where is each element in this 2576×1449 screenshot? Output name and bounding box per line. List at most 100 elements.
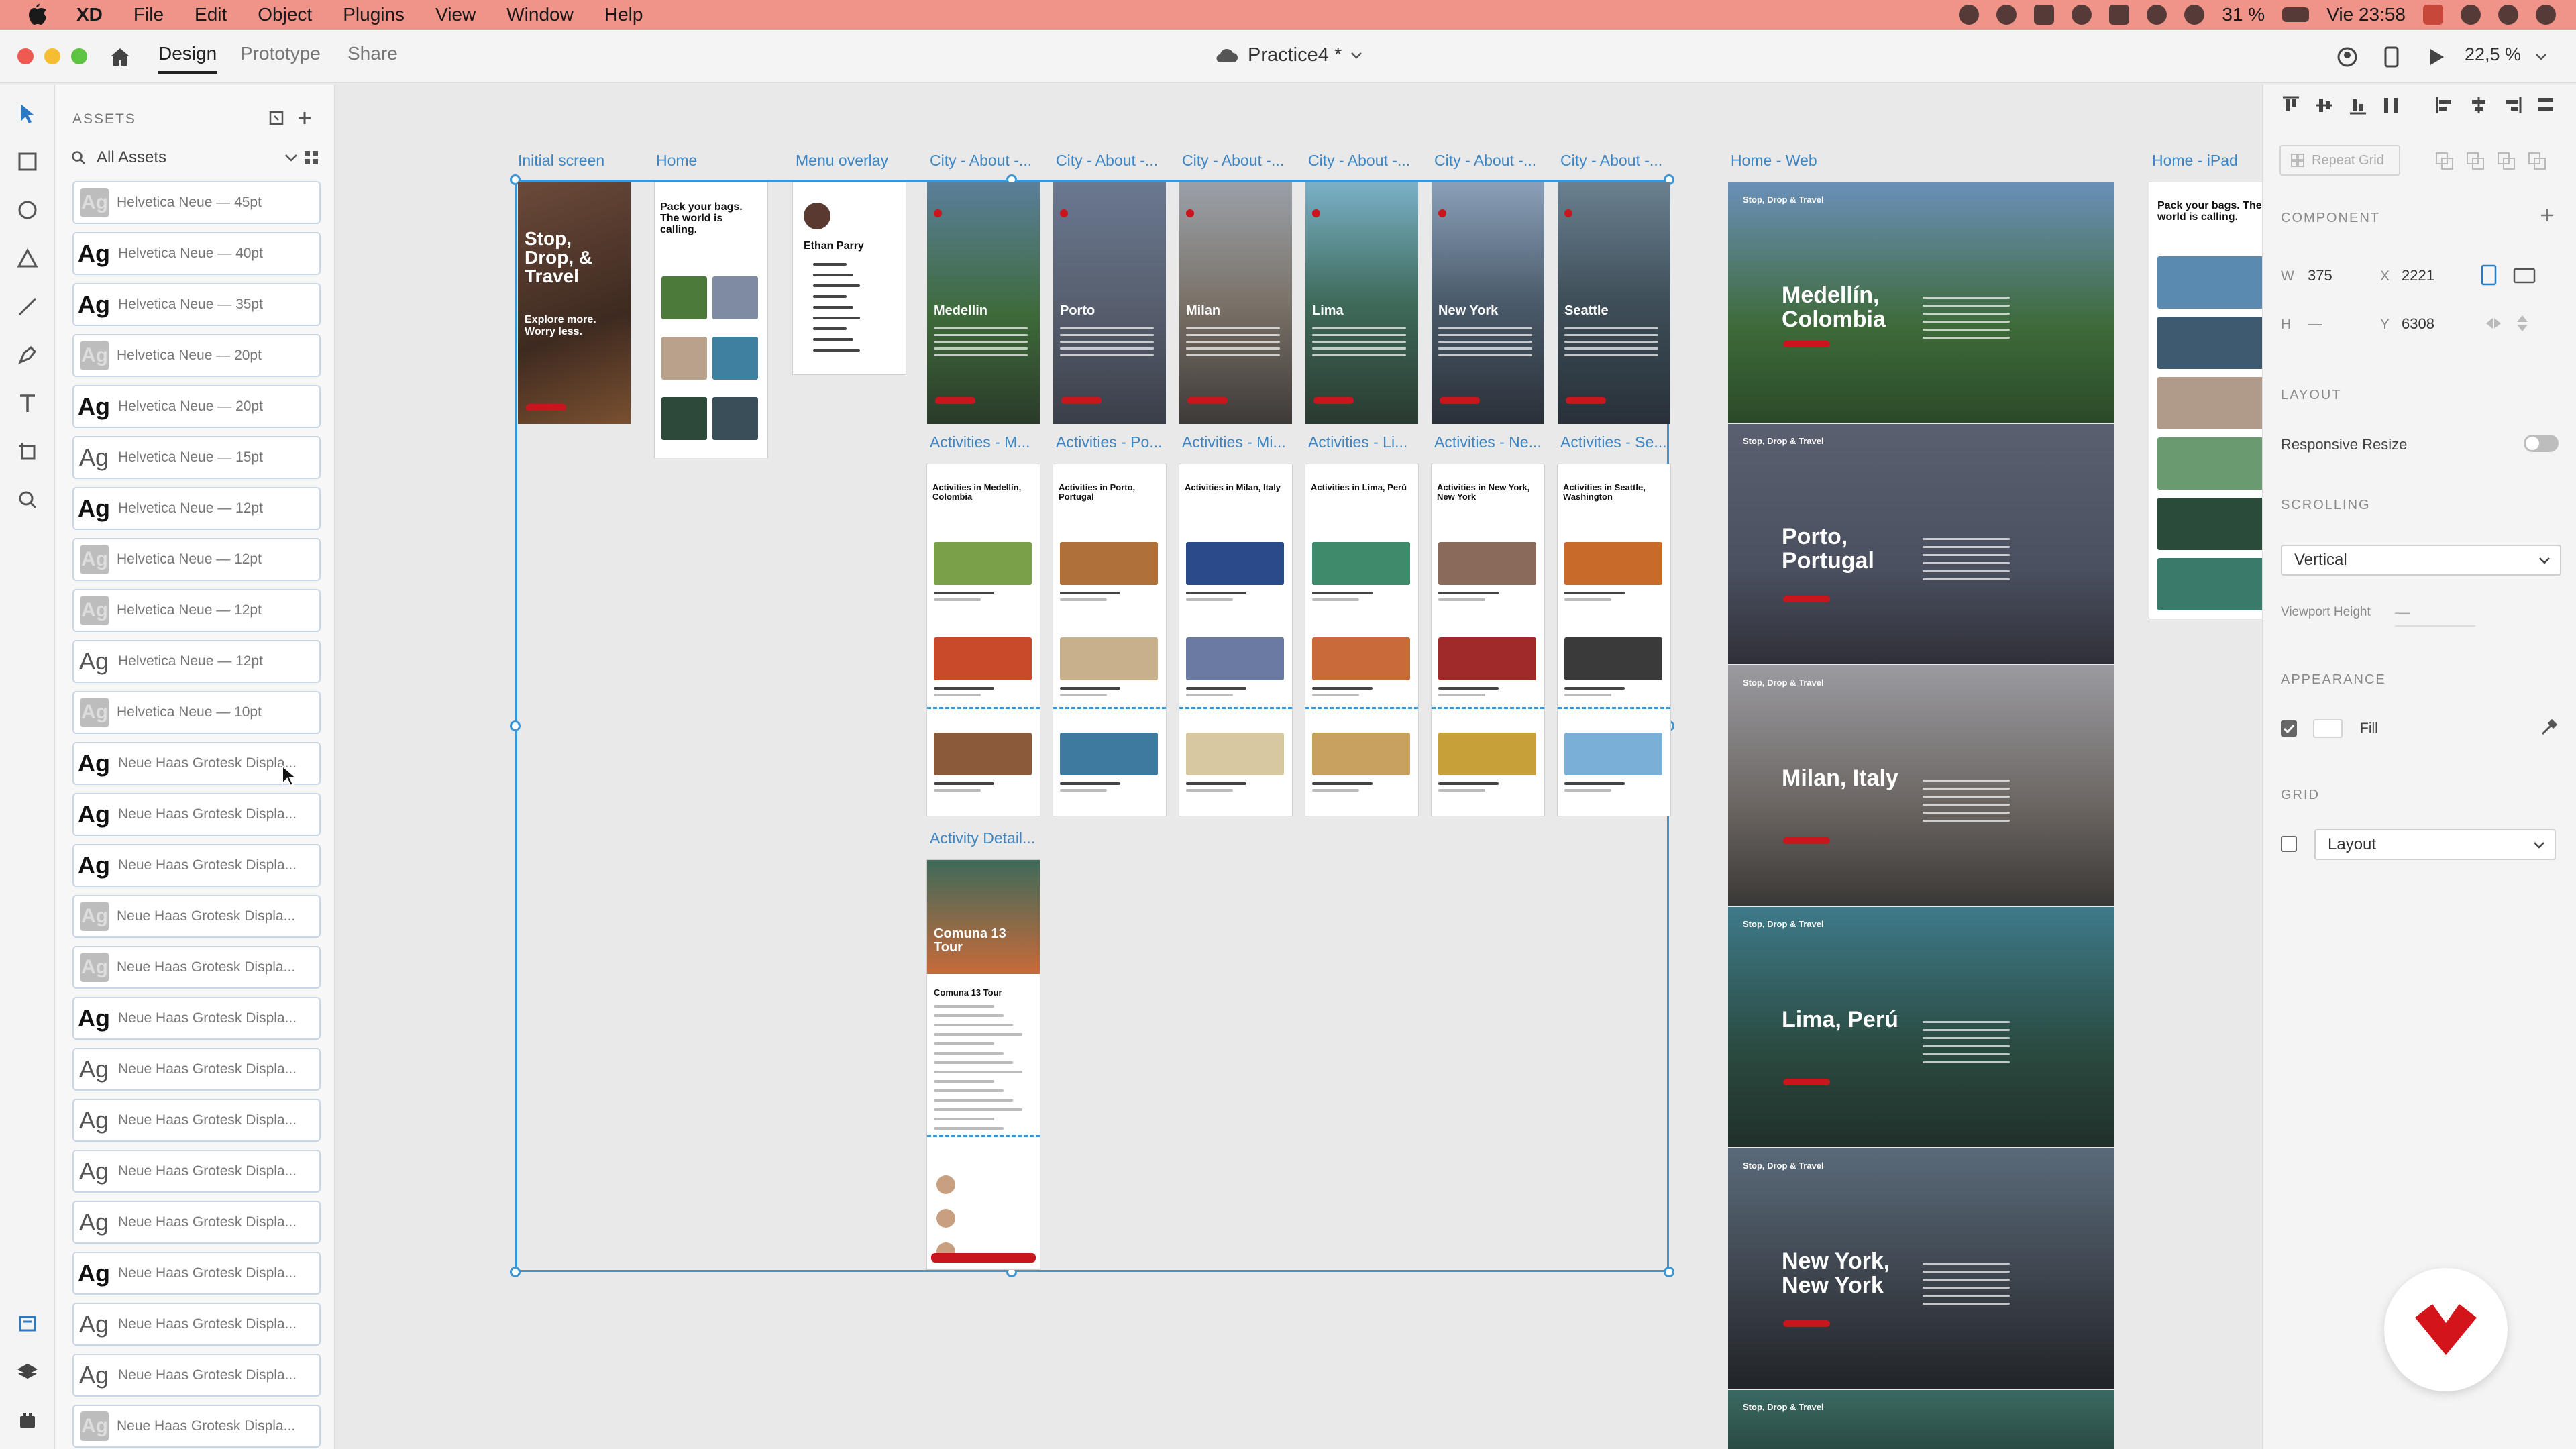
character-style-item[interactable]: Ag Neue Haas Grotesk Displa... (72, 1252, 321, 1295)
artboard-label[interactable]: City - About -... (1182, 152, 1284, 170)
eyedropper-icon[interactable] (2540, 718, 2559, 737)
ipad-destination-card[interactable] (2157, 558, 2262, 610)
grid-view-icon[interactable] (303, 150, 319, 166)
align-left-icon[interactable] (2435, 95, 2455, 115)
activity-card-image[interactable] (1312, 733, 1410, 775)
character-style-item[interactable]: Ag Helvetica Neue — 20pt (72, 385, 321, 428)
artboard-label[interactable]: Activities - Mi... (1182, 433, 1286, 451)
plugins-panel-icon[interactable] (13, 1406, 42, 1434)
activity-card-image[interactable] (1060, 542, 1158, 585)
artboard-label[interactable]: City - About -... (1308, 152, 1410, 170)
destination-card-thumb[interactable] (712, 276, 758, 319)
character-style-item[interactable]: Ag Neue Haas Grotesk Displa... (72, 793, 321, 836)
fill-color-swatch[interactable] (2313, 719, 2343, 738)
artboard-activities[interactable]: Activities in Porto, Portugal (1053, 464, 1166, 816)
learn-more-button[interactable] (1440, 397, 1480, 404)
fill-checkbox[interactable] (2281, 720, 2297, 737)
artboard-activities[interactable]: Activities in New York, New York (1432, 464, 1544, 816)
user-avatar-icon[interactable] (2498, 5, 2518, 25)
artboard-city-about[interactable]: Medellin (927, 182, 1040, 424)
ellipse-tool-icon[interactable] (13, 196, 42, 224)
activity-card-image[interactable] (934, 733, 1032, 775)
web-cta-button[interactable] (1783, 341, 1830, 347)
rectangle-tool-icon[interactable] (13, 148, 42, 176)
character-style-item[interactable]: Ag Helvetica Neue — 12pt (72, 589, 321, 632)
character-style-item[interactable]: Ag Helvetica Neue — 45pt (72, 181, 321, 224)
artboard-home-ipad[interactable]: Pack your bags. The world is calling. (2149, 182, 2262, 619)
artboard-city-about[interactable]: Milan (1179, 182, 1292, 424)
record-icon[interactable] (1959, 5, 1980, 25)
selection-handle[interactable] (510, 720, 521, 731)
add-asset-icon[interactable] (297, 110, 313, 126)
artboard-label[interactable]: Home - iPad (2152, 152, 2238, 170)
menu-item-text[interactable] (813, 327, 847, 330)
activity-card-image[interactable] (1186, 542, 1284, 585)
artboard-activities[interactable]: Activities in Medellín, Colombia (927, 464, 1040, 816)
maximize-window-button[interactable] (71, 48, 87, 64)
artboard-size-icon[interactable] (2479, 264, 2498, 286)
audio-levels-icon[interactable] (2109, 5, 2130, 25)
tab-share[interactable]: Share (347, 43, 398, 71)
artboard-city-about[interactable]: Seattle (1558, 182, 1670, 424)
home-icon[interactable] (107, 44, 133, 70)
character-style-item[interactable]: Ag Neue Haas Grotesk Displa... (72, 1405, 321, 1448)
menu-item-text[interactable] (813, 338, 853, 341)
book-now-button[interactable] (931, 1253, 1036, 1263)
menu-view[interactable]: View (435, 4, 476, 25)
menu-item-text[interactable] (813, 349, 860, 352)
character-style-item[interactable]: Ag Helvetica Neue — 10pt (72, 691, 321, 734)
distribute-horizontal-icon[interactable] (2536, 95, 2556, 115)
activity-card-image[interactable] (1312, 542, 1410, 585)
assets-panel-icon[interactable] (13, 1309, 42, 1338)
bluetooth-icon[interactable] (2147, 5, 2167, 25)
character-style-item[interactable]: Ag Neue Haas Grotesk Displa... (72, 1048, 321, 1091)
destination-card-thumb[interactable] (712, 337, 758, 380)
activity-card-image[interactable] (1186, 733, 1284, 775)
control-center-icon[interactable] (2536, 5, 2556, 25)
activity-card-image[interactable] (1186, 637, 1284, 680)
activity-card-image[interactable] (1060, 733, 1158, 775)
align-right-icon[interactable] (2502, 95, 2522, 115)
character-style-item[interactable]: Ag Neue Haas Grotesk Displa... (72, 844, 321, 887)
menu-item-text[interactable] (813, 306, 853, 309)
scrolling-select[interactable]: Vertical (2281, 545, 2561, 576)
character-style-item[interactable]: Ag Neue Haas Grotesk Displa... (72, 1354, 321, 1397)
activity-card-image[interactable] (1438, 733, 1536, 775)
learn-more-button[interactable] (1187, 397, 1228, 404)
artboard-activities[interactable]: Activities in Lima, Perú (1305, 464, 1418, 816)
width-field[interactable]: 375 (2308, 267, 2332, 284)
web-cta-button[interactable] (1783, 596, 1830, 602)
polygon-tool-icon[interactable] (13, 244, 42, 272)
character-style-item[interactable]: Ag Neue Haas Grotesk Displa... (72, 1099, 321, 1142)
boolean-subtract-icon[interactable] (2466, 152, 2485, 170)
web-cta-button[interactable] (1783, 1079, 1830, 1085)
artboard-initial-screen[interactable]: Stop, Drop, & Travel Explore more. Worry … (518, 182, 631, 424)
artboard-label[interactable]: Activity Detail... (930, 829, 1035, 847)
artboard-label[interactable]: Initial screen (518, 152, 604, 170)
repeat-grid-button[interactable]: Repeat Grid (2279, 145, 2400, 176)
line-tool-icon[interactable] (13, 292, 42, 321)
activity-card-image[interactable] (934, 637, 1032, 680)
tab-prototype[interactable]: Prototype (240, 43, 321, 71)
grid-type-select[interactable]: Layout (2314, 829, 2556, 860)
learn-more-button[interactable] (935, 397, 975, 404)
destination-card-thumb[interactable] (712, 397, 758, 440)
character-style-item[interactable]: Ag Helvetica Neue — 40pt (72, 232, 321, 275)
library-icon[interactable] (268, 110, 284, 126)
artboard-label[interactable]: City - About -... (1056, 152, 1158, 170)
share-user-icon[interactable] (2334, 44, 2360, 70)
align-center-icon[interactable] (2469, 95, 2489, 115)
cta-button[interactable] (526, 404, 566, 411)
learn-more-button[interactable] (1313, 397, 1354, 404)
artboard-label[interactable]: Activities - Ne... (1434, 433, 1542, 451)
activity-card-image[interactable] (1438, 637, 1536, 680)
learn-more-button[interactable] (1566, 397, 1606, 404)
assets-filter[interactable]: All Assets (71, 144, 319, 172)
menu-window[interactable]: Window (506, 4, 574, 25)
clock[interactable]: Vie 23:58 (2326, 4, 2406, 25)
artboard-city-about[interactable]: Porto (1053, 182, 1166, 424)
artboard-label[interactable]: City - About -... (1434, 152, 1536, 170)
character-style-item[interactable]: Ag Neue Haas Grotesk Displa... (72, 1303, 321, 1346)
flag-icon[interactable] (2423, 5, 2443, 25)
artboard-label[interactable]: Menu overlay (796, 152, 888, 170)
